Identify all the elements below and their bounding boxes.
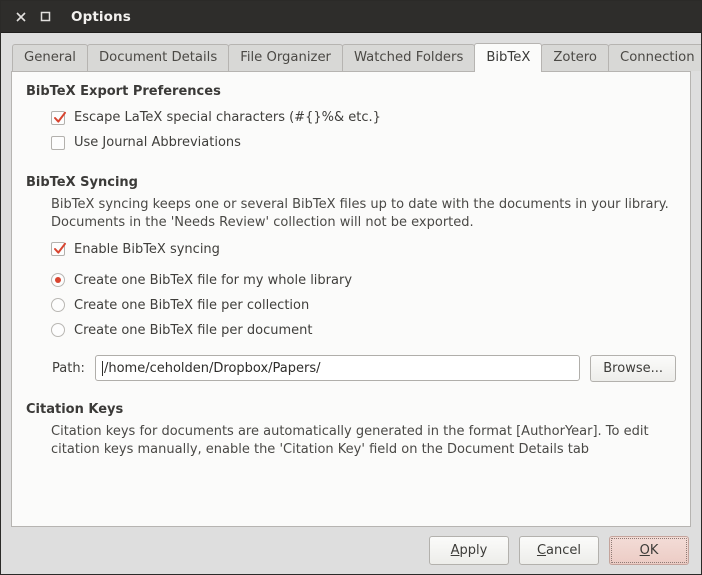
ok-rest: K [649, 543, 659, 558]
radio-per-collection[interactable] [51, 298, 65, 313]
bibtex-syncing-group: BibTeX Syncing BibTeX syncing keeps one … [26, 175, 676, 382]
checkbox-row-escape-latex[interactable]: Escape LaTeX special characters (#{}%& e… [51, 105, 676, 130]
cancel-rest: ancel [546, 543, 582, 558]
close-icon[interactable] [11, 7, 31, 27]
radio-whole-library-label: Create one BibTeX file for my whole libr… [74, 272, 353, 288]
tab-document-details[interactable]: Document Details [86, 44, 230, 71]
apply-button[interactable]: Apply [429, 536, 509, 565]
window-title: Options [71, 8, 131, 25]
citation-keys-title: Citation Keys [26, 401, 124, 417]
bibtex-tab-panel: BibTeX Export Preferences Escape LaTeX s… [11, 71, 691, 527]
tab-file-organizer[interactable]: File Organizer [228, 44, 343, 71]
path-row: Path: /home/ceholden/Dropbox/Papers/ Bro… [51, 354, 676, 382]
browse-button[interactable]: Browse... [590, 354, 676, 382]
apply-button-label: Apply [451, 543, 488, 558]
tab-general[interactable]: General [12, 44, 88, 71]
use-journal-abbreviations-label: Use Journal Abbreviations [74, 135, 241, 150]
export-preferences-options: Escape LaTeX special characters (#{}%& e… [26, 105, 676, 155]
dialog-body: General Document Details File Organizer … [1, 33, 701, 527]
maximize-icon[interactable] [35, 7, 55, 27]
ok-mnemonic: O [639, 543, 650, 558]
checkbox-row-enable-syncing[interactable]: Enable BibTeX syncing [51, 237, 676, 262]
citation-keys-description-line1: Citation keys for documents are automati… [51, 423, 649, 439]
citation-keys-description-line2: citation keys manually, enable the 'Cita… [51, 442, 590, 458]
radio-row-per-document[interactable]: Create one BibTeX file per document [51, 318, 676, 343]
ok-button-label: OK [640, 543, 659, 558]
radio-per-collection-label: Create one BibTeX file per collection [74, 297, 310, 313]
bibtex-syncing-description-line1: BibTeX syncing keeps one or several BibT… [51, 197, 669, 212]
export-preferences-group: BibTeX Export Preferences Escape LaTeX s… [26, 84, 676, 155]
cancel-button[interactable]: Cancel [519, 536, 599, 565]
apply-rest: pply [459, 543, 488, 558]
tab-bibtex[interactable]: BibTeX [474, 43, 543, 72]
citation-keys-group: Citation Keys Citation keys for document… [26, 402, 676, 460]
options-dialog: Options General Document Details File Or… [0, 0, 702, 575]
checkbox-row-journal-abbreviations[interactable]: Use Journal Abbreviations [51, 130, 676, 155]
escape-latex-checkbox[interactable] [51, 110, 66, 125]
tab-connection[interactable]: Connection [607, 44, 701, 71]
radio-row-whole-library[interactable]: Create one BibTeX file for my whole libr… [51, 268, 676, 293]
citation-keys-description: Citation keys for documents are automati… [51, 423, 676, 460]
use-journal-abbreviations-checkbox[interactable] [51, 135, 65, 150]
apply-mnemonic: A [450, 543, 460, 558]
path-label: Path: [52, 360, 85, 376]
text-caret [101, 360, 103, 376]
export-preferences-title: BibTeX Export Preferences [26, 84, 221, 99]
tab-zotero[interactable]: Zotero [541, 44, 609, 71]
cancel-button-label: Cancel [537, 543, 581, 558]
bibtex-syncing-description-line2: Documents in the 'Needs Review' collecti… [51, 215, 474, 231]
citation-keys-body: Citation keys for documents are automati… [26, 423, 676, 460]
tab-watched-folders[interactable]: Watched Folders [341, 44, 476, 71]
radio-row-per-collection[interactable]: Create one BibTeX file per collection [51, 293, 676, 318]
dialog-footer: Apply Cancel OK [1, 527, 701, 574]
bibtex-syncing-body: BibTeX syncing keeps one or several BibT… [26, 196, 676, 382]
enable-bibtex-syncing-label: Enable BibTeX syncing [74, 241, 220, 257]
path-input[interactable]: /home/ceholden/Dropbox/Papers/ [94, 355, 581, 382]
cancel-mnemonic: C [536, 543, 547, 558]
radio-whole-library[interactable] [51, 273, 65, 288]
radio-per-document-label: Create one BibTeX file per document [74, 322, 313, 338]
tab-strip: General Document Details File Organizer … [11, 43, 701, 72]
bibtex-syncing-description: BibTeX syncing keeps one or several BibT… [51, 196, 676, 233]
escape-latex-label: Escape LaTeX special characters (#{}%& e… [74, 110, 381, 125]
title-bar: Options [1, 1, 701, 33]
path-input-value: /home/ceholden/Dropbox/Papers/ [103, 360, 321, 376]
radio-per-document[interactable] [51, 323, 65, 338]
ok-button[interactable]: OK [609, 536, 689, 565]
bibtex-syncing-title: BibTeX Syncing [26, 175, 138, 190]
enable-bibtex-syncing-checkbox[interactable] [51, 242, 66, 257]
